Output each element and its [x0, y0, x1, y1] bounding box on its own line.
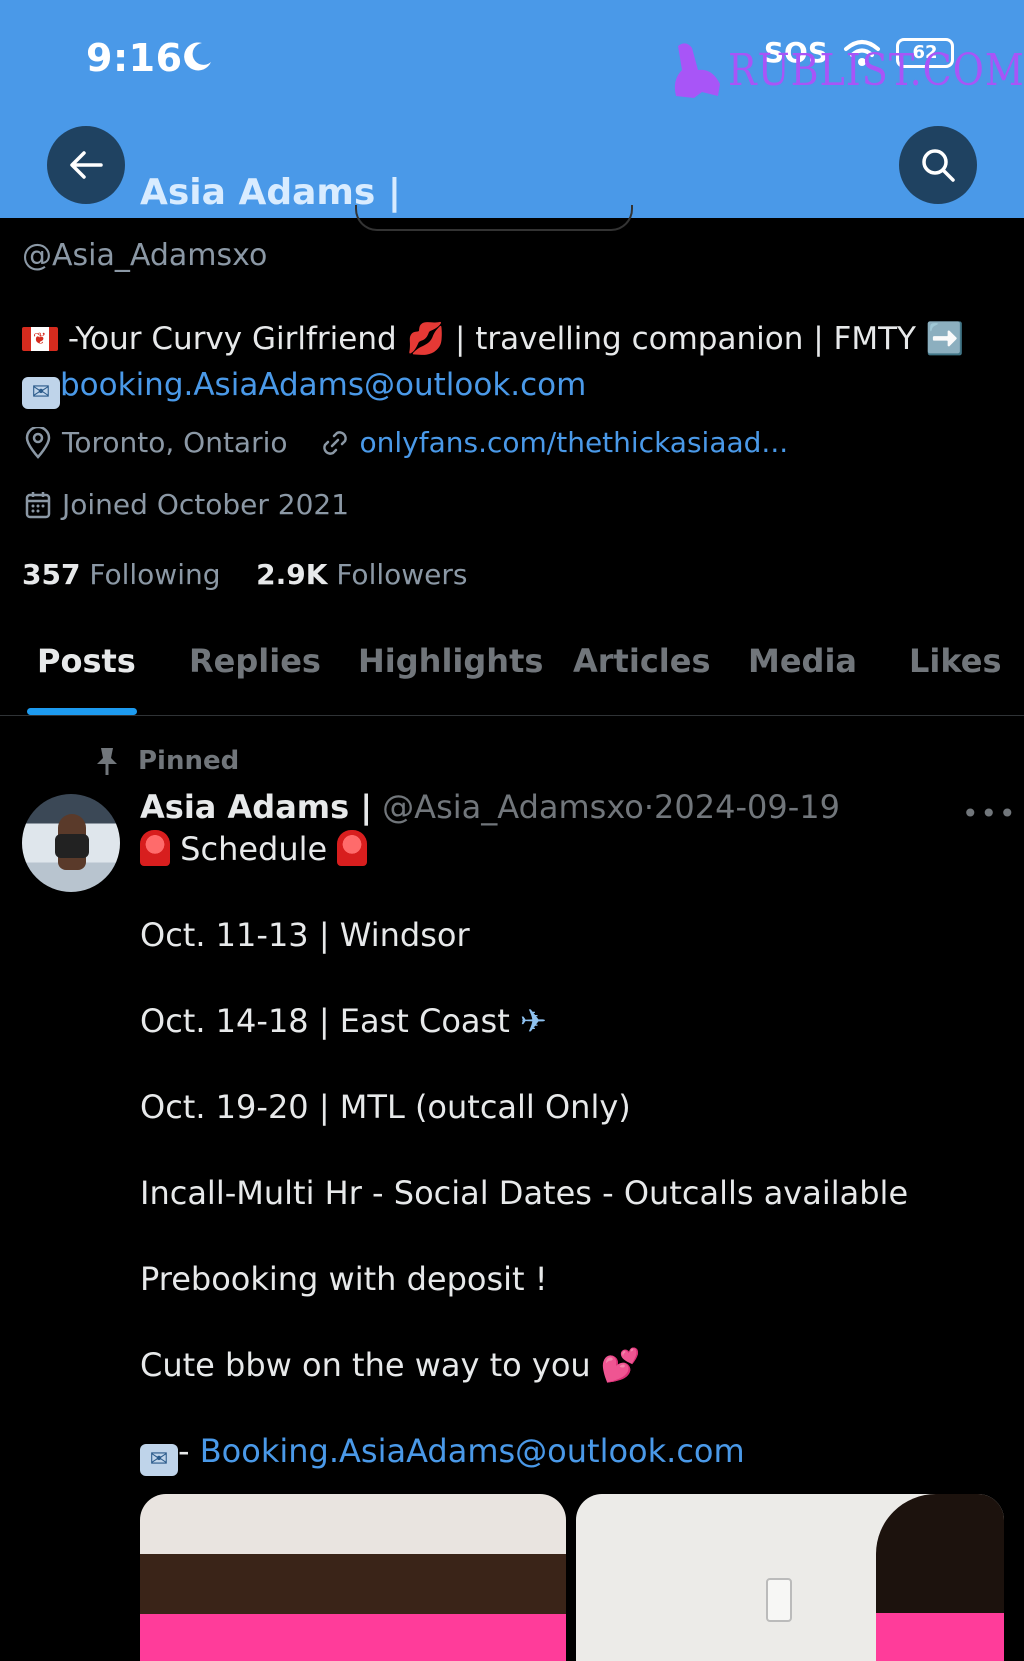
pinned-label: Pinned: [94, 746, 239, 776]
calendar-icon: [25, 491, 51, 518]
profile-handle: @Asia_Adamsxo: [22, 238, 268, 273]
followers-link[interactable]: 2.9K Followers: [256, 558, 467, 591]
photo-wall-outlet: [766, 1578, 792, 1622]
following-label: Following: [89, 558, 221, 591]
tweet-line-services: Incall-Multi Hr - Social Dates - Outcall…: [140, 1174, 909, 1212]
profile-location: Toronto, Ontario: [62, 426, 288, 459]
bio-text: -Your Curvy Girlfriend 💋 | travelling co…: [67, 321, 965, 357]
bio-email-link[interactable]: booking.AsiaAdams@outlook.com: [60, 367, 586, 403]
profile-joined: Joined October 2021: [62, 488, 350, 521]
tweet-line-email: ✉ - Booking.AsiaAdams@outlook.com: [140, 1432, 745, 1476]
tweet-line-closing: Cute bbw on the way to you 💕: [140, 1346, 641, 1384]
search-button[interactable]: [899, 126, 977, 204]
tweet-email-link[interactable]: Booking.AsiaAdams@outlook.com: [200, 1432, 745, 1470]
closing-text: Cute bbw on the way to you: [140, 1346, 591, 1384]
tab-likes[interactable]: Likes: [909, 642, 1002, 680]
more-options-button[interactable]: •••: [962, 797, 1018, 830]
tweet-line-windsor: Oct. 11-13 | Windsor: [140, 916, 470, 954]
east-coast-text: Oct. 14-18 | East Coast: [140, 1002, 510, 1040]
tweet-line-mtl: Oct. 19-20 | MTL (outcall Only): [140, 1088, 631, 1126]
author-handle[interactable]: @Asia_Adamsxo: [382, 788, 644, 826]
follow-stats: 357 Following 2.9K Followers: [22, 558, 467, 591]
tab-highlights[interactable]: Highlights: [358, 642, 543, 680]
back-arrow-icon: [70, 151, 103, 179]
tweet-photo-2[interactable]: [576, 1494, 1004, 1661]
link-icon: [322, 430, 347, 455]
status-time: 9:16: [86, 36, 183, 80]
watermark-text: RUBLIST.COM: [728, 44, 1024, 96]
author-avatar[interactable]: [22, 794, 120, 892]
following-count: 357: [22, 558, 81, 591]
tab-media[interactable]: Media: [748, 642, 857, 680]
envelope-icon: ✉: [22, 377, 60, 409]
profile-bio: -Your Curvy Girlfriend 💋 | travelling co…: [22, 316, 1012, 409]
profile-tabs: Posts Replies Highlights Articles Media …: [0, 632, 1024, 716]
following-link[interactable]: 357 Following: [22, 558, 221, 591]
tweet-line-east-coast: Oct. 14-18 | East Coast ✈: [140, 1002, 547, 1040]
headline-text: Schedule: [180, 830, 328, 868]
airplane-icon: ✈: [519, 1002, 547, 1040]
photo-person: [876, 1494, 1004, 1661]
author-name[interactable]: Asia Adams |: [140, 788, 372, 826]
header-separator: ·: [643, 788, 655, 826]
email-prefix: -: [178, 1432, 200, 1470]
avatar-outfit: [55, 834, 89, 858]
profile-meta-row: Toronto, Ontario onlyfans.com/thethickas…: [24, 426, 788, 459]
tweet-header: Asia Adams | @Asia_Adamsxo·2024-09-19: [140, 788, 840, 826]
siren-icon: [140, 830, 170, 866]
joined-row: Joined October 2021: [24, 488, 349, 521]
silhouette-icon: [674, 43, 720, 98]
active-tab-indicator: [27, 708, 137, 715]
followers-label: Followers: [336, 558, 468, 591]
location-icon: [25, 426, 51, 459]
pin-icon: [97, 748, 117, 775]
moon-icon: [184, 42, 211, 71]
back-button[interactable]: [47, 126, 125, 204]
profile-header: 9:16 SOS 62 RUBLIST.COM Asia Adams |: [0, 0, 1024, 218]
follow-button-edge[interactable]: [355, 205, 633, 231]
tab-posts[interactable]: Posts: [37, 642, 136, 680]
canada-flag-icon: [22, 327, 58, 351]
tweet-photo-1[interactable]: [140, 1494, 566, 1661]
siren-icon: [337, 830, 368, 866]
tweet-headline: Schedule: [140, 830, 368, 868]
tweet-line-prebooking: Prebooking with deposit !: [140, 1260, 548, 1298]
pinned-text: Pinned: [138, 746, 240, 776]
envelope-icon: ✉: [140, 1444, 178, 1476]
tab-replies[interactable]: Replies: [189, 642, 321, 680]
tab-articles[interactable]: Articles: [573, 642, 711, 680]
search-icon: [922, 149, 955, 182]
followers-count: 2.9K: [256, 558, 328, 591]
watermark-logo: RUBLIST.COM: [668, 40, 1024, 100]
profile-website-link[interactable]: onlyfans.com/thethickasiaad...: [360, 426, 789, 459]
two-hearts-icon: 💕: [600, 1346, 641, 1384]
tweet-date[interactable]: 2024-09-19: [654, 788, 840, 826]
